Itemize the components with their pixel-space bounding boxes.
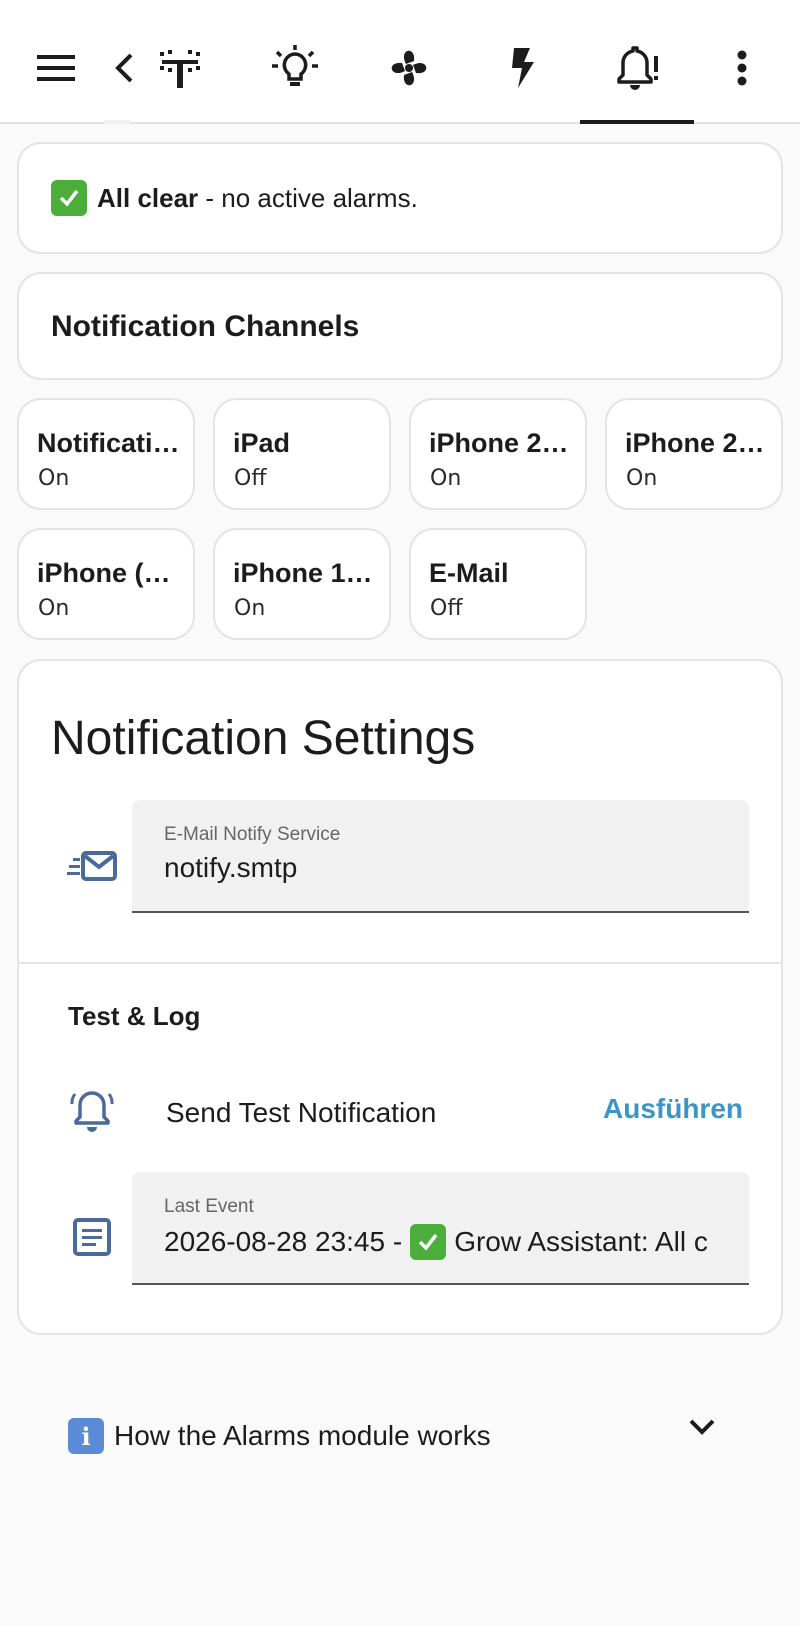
alarm-status-card: All clear - no active alarms. [17, 142, 783, 254]
tab-ventilation[interactable] [377, 36, 441, 100]
channel-state: On [38, 466, 70, 491]
channel-tile[interactable]: Notifications On [17, 398, 195, 510]
channel-tile[interactable]: iPad Off [213, 398, 391, 510]
channel-name: iPhone (… [37, 558, 171, 588]
channel-state: Off [234, 466, 267, 491]
alarm-status-text: All clear - no active alarms. [51, 180, 418, 216]
send-test-notification-label: Send Test Notification [166, 1097, 437, 1128]
last-event-timestamp: 2026-08-28 23:45 - [164, 1226, 403, 1257]
channel-name: iPad [233, 428, 291, 458]
channel-name: iPhone 2… [429, 428, 569, 458]
tab-power[interactable] [491, 36, 555, 100]
chevron-left-icon [115, 53, 133, 83]
last-event-field[interactable]: Last Event 2026-08-28 23:45 - Grow Assis… [132, 1172, 749, 1285]
help-expander[interactable]: i How the Alarms module works [68, 1410, 728, 1458]
tab-irrigation[interactable] [148, 36, 212, 100]
check-mark-icon [410, 1224, 447, 1260]
channel-tile[interactable]: iPhone 1… On [213, 528, 391, 640]
channel-tile[interactable]: iPhone (… On [17, 528, 195, 640]
test-log-title: Test & Log [68, 1001, 201, 1031]
channel-name: iPhone 2… [625, 428, 765, 458]
bell-ring-icon [70, 1091, 114, 1132]
last-event-message: Grow Assistant: All c [454, 1226, 708, 1257]
last-event-label: Last Event [164, 1196, 254, 1217]
irrigation-icon [160, 50, 200, 88]
chevron-down-icon [689, 1419, 715, 1435]
overflow-menu-button[interactable] [710, 36, 774, 100]
channel-name: iPhone 1… [233, 558, 373, 588]
alarm-status-bold: All clear [97, 182, 199, 213]
run-button[interactable]: Ausführen [603, 1093, 743, 1125]
email-notify-service-field[interactable]: E-Mail Notify Service notify.smtp [132, 800, 749, 913]
notification-channels-title: Notification Channels [51, 310, 360, 343]
fan-icon [391, 50, 427, 86]
channel-tile[interactable]: iPhone 2… On [409, 398, 587, 510]
channel-state: On [626, 466, 658, 491]
text-box-icon [73, 1218, 111, 1256]
email-notify-service-value: notify.smtp [164, 852, 298, 883]
check-mark-icon [51, 180, 87, 216]
channel-state: On [38, 596, 70, 621]
tab-alarms[interactable] [605, 36, 669, 100]
hamburger-menu-icon [37, 55, 75, 81]
alarm-status-rest: - no active alarms. [198, 182, 418, 213]
lightbulb-icon [272, 45, 318, 86]
info-icon: i [68, 1418, 104, 1454]
channel-state: Off [430, 596, 463, 621]
top-app-bar [0, 0, 800, 124]
notification-settings-card: Notification Settings E-Mail Notify Serv… [17, 659, 783, 1335]
channel-tile[interactable]: E-Mail Off [409, 528, 587, 640]
channel-name: Notifications [37, 428, 187, 458]
notification-settings-title: Notification Settings [51, 712, 476, 765]
tab-lighting[interactable] [263, 36, 327, 100]
more-vertical-icon [737, 50, 747, 86]
menu-button[interactable] [25, 36, 89, 100]
active-tab-indicator [580, 120, 694, 124]
scroll-shadow [104, 120, 130, 124]
channel-tile[interactable]: iPhone 2… On [605, 398, 783, 510]
help-expander-label: How the Alarms module works [114, 1420, 491, 1451]
channel-state: On [430, 466, 462, 491]
channel-name: E-Mail [429, 558, 509, 588]
channel-state: On [234, 596, 266, 621]
email-notify-service-label: E-Mail Notify Service [164, 824, 341, 845]
section-divider [19, 962, 781, 964]
scroll-left-button[interactable] [92, 36, 156, 100]
lightning-icon [512, 48, 534, 88]
email-fast-icon [67, 851, 117, 881]
notification-channels-card: Notification Channels [17, 272, 783, 380]
bell-alert-icon [617, 46, 658, 90]
last-event-value: 2026-08-28 23:45 - Grow Assistant: All c [164, 1224, 724, 1260]
